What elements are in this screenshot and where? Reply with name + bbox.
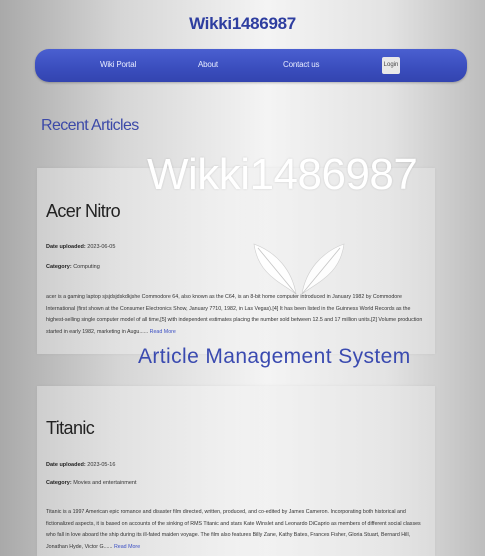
main-nav: Wiki Portal About Contact us Login: [35, 49, 467, 82]
excerpt-text: Titanic is a 1997 American epic romance …: [46, 509, 421, 550]
date-value: 2023-06-05: [87, 244, 116, 250]
category-value: Computing: [73, 264, 100, 270]
article-excerpt: Titanic is a 1997 American epic romance …: [46, 507, 426, 553]
article-date: Date uploaded: 2023-06-05: [46, 244, 115, 250]
excerpt-text: acer is a gaming laptop sjsjdsjdskdkjshe…: [46, 294, 423, 335]
watermark-subtitle: Article Management System: [138, 345, 411, 368]
watermark-title: Wikki1486987: [147, 150, 418, 199]
article-title[interactable]: Titanic: [46, 418, 95, 439]
login-button[interactable]: Login: [382, 57, 400, 74]
nav-contact[interactable]: Contact us: [283, 60, 319, 69]
nav-about[interactable]: About: [198, 60, 218, 69]
article-date: Date uploaded: 2023-05-16: [46, 462, 115, 468]
date-value: 2023-05-16: [87, 462, 116, 468]
article-category: Category: Computing: [46, 264, 100, 270]
nav-wiki-portal[interactable]: Wiki Portal: [100, 60, 136, 69]
recent-articles-heading: Recent Articles: [41, 117, 139, 134]
category-label: Category:: [46, 264, 72, 270]
article-title[interactable]: Acer Nitro: [46, 201, 121, 222]
read-more-link[interactable]: Read More: [114, 544, 140, 550]
date-label: Date uploaded:: [46, 462, 86, 468]
article-card: Titanic Date uploaded: 2023-05-16 Catego…: [37, 386, 435, 556]
article-excerpt: acer is a gaming laptop sjsjdsjdskdkjshe…: [46, 292, 426, 338]
category-label: Category:: [46, 480, 72, 486]
site-title[interactable]: Wikki1486987: [0, 14, 485, 34]
article-category: Category: Movies and entertainment: [46, 480, 137, 486]
category-value: Movies and entertainment: [73, 480, 137, 486]
date-label: Date uploaded:: [46, 244, 86, 250]
read-more-link[interactable]: Read More: [150, 329, 176, 335]
leaf-logo-icon: [253, 243, 345, 295]
